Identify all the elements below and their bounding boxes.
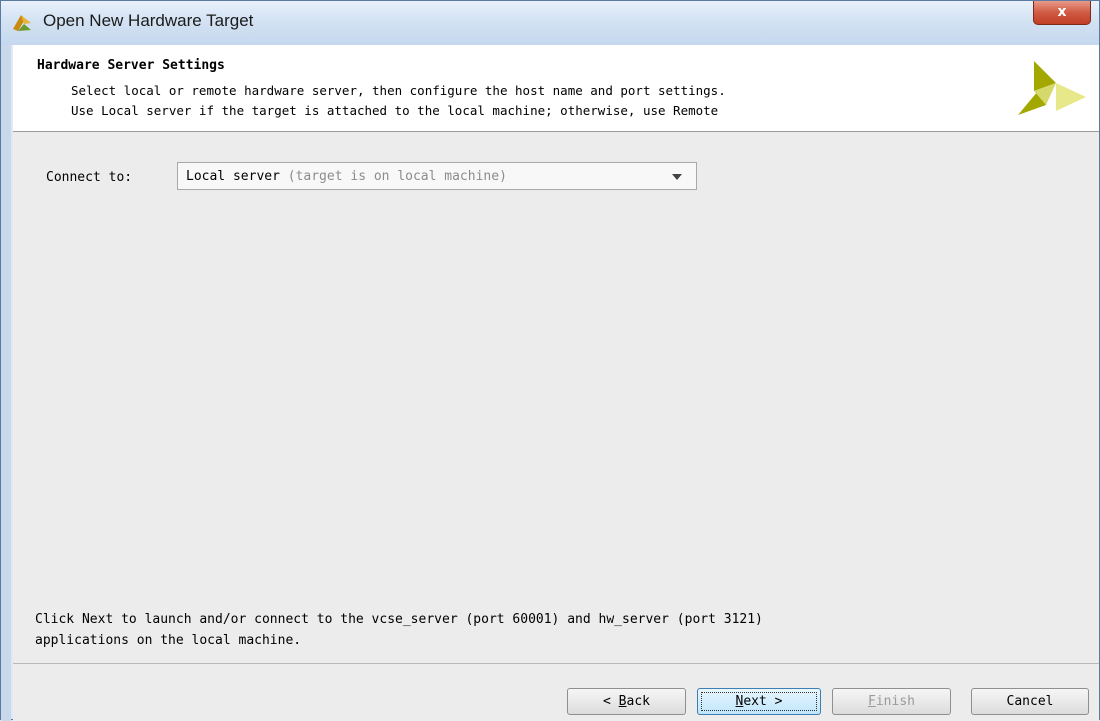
info-message-line-1: Click Next to launch and/or connect to t… <box>35 612 763 627</box>
back-button-prefix: < <box>603 694 619 709</box>
chevron-down-icon <box>672 174 682 180</box>
next-button[interactable]: Next > <box>697 688 821 715</box>
page-description-line-2: Use Local server if the target is attach… <box>71 103 719 118</box>
back-button-mnemonic: B <box>618 694 627 709</box>
window-title: Open New Hardware Target <box>43 11 254 30</box>
connect-to-value-hint: (target is on local machine) <box>287 169 507 184</box>
focus-rectangle <box>701 692 817 711</box>
close-icon: x <box>1057 4 1067 20</box>
back-button-label: ack <box>626 694 650 709</box>
xilinx-logo-icon <box>1018 61 1086 115</box>
cancel-button-label: Cancel <box>1006 694 1054 709</box>
connect-to-dropdown[interactable]: Local server (target is on local machine… <box>177 162 697 190</box>
finish-button[interactable]: Finish <box>832 688 951 715</box>
cancel-button[interactable]: Cancel <box>971 688 1089 715</box>
vivado-app-icon <box>13 15 31 31</box>
page-title: Hardware Server Settings <box>37 58 225 73</box>
button-separator <box>13 663 1099 664</box>
connect-to-value-text: Local server <box>186 169 280 184</box>
wizard-header: Hardware Server Settings Select local or… <box>13 45 1099 132</box>
close-button[interactable]: x <box>1033 1 1091 25</box>
info-message-line-2: applications on the local machine. <box>35 633 302 648</box>
connect-to-selected-value: Local server (target is on local machine… <box>186 169 507 184</box>
dialog-client-area: Hardware Server Settings Select local or… <box>13 45 1099 721</box>
page-description-line-1: Select local or remote hardware server, … <box>71 83 726 98</box>
connect-to-label: Connect to: <box>46 170 133 185</box>
finish-button-label: inish <box>875 694 915 709</box>
finish-button-mnemonic: F <box>868 694 876 709</box>
back-button[interactable]: < Back <box>567 688 686 715</box>
dialog-window: Open New Hardware Target x Hardware Serv… <box>0 0 1100 721</box>
window-frame-left <box>1 45 11 721</box>
title-bar[interactable]: Open New Hardware Target x <box>1 1 1099 45</box>
